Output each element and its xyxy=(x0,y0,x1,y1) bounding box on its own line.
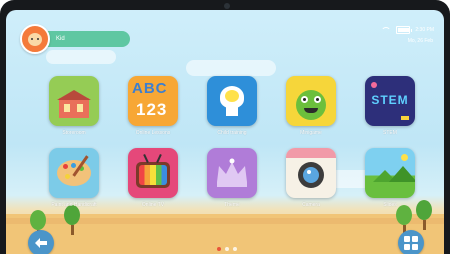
app-storeroom[interactable]: Storeroom xyxy=(42,76,106,136)
app-theme[interactable]: Theme xyxy=(200,148,264,208)
app-label: Minigame xyxy=(300,130,322,136)
app-label: Camera xyxy=(302,202,320,208)
tree xyxy=(64,205,80,235)
tv-icon xyxy=(128,148,178,198)
app-minigame[interactable]: Minigame xyxy=(279,76,343,136)
date: Mo, 26 Feb xyxy=(407,38,433,44)
storeroom-icon xyxy=(49,76,99,126)
app-label: Slides xyxy=(383,202,397,208)
page-indicator xyxy=(233,247,237,251)
abc-123-icon: ABC 123 xyxy=(128,76,178,126)
cloud xyxy=(186,60,276,76)
landscape-slides-icon xyxy=(365,148,415,198)
app-camera[interactable]: Camera xyxy=(279,148,343,208)
app-slides[interactable]: Slides xyxy=(358,148,422,208)
launcher-screen: Kid 2:30 PM Mo, 26 Feb Storeroom ABC 123… xyxy=(6,10,444,254)
app-label: Theme xyxy=(224,202,240,208)
app-child-training[interactable]: Child training xyxy=(200,76,264,136)
brain-lightbulb-icon xyxy=(207,76,257,126)
tablet-bezel: Kid 2:30 PM Mo, 26 Feb Storeroom ABC 123… xyxy=(0,0,450,254)
paint-palette-icon xyxy=(49,148,99,198)
app-label: Online TV xyxy=(141,202,165,208)
page-indicator-active xyxy=(217,247,221,251)
arrow-left-icon xyxy=(35,238,47,248)
monster-game-icon xyxy=(286,76,336,126)
battery-icon xyxy=(396,26,413,34)
app-online-lessons[interactable]: ABC 123 Online Lessons xyxy=(121,76,185,136)
app-label: Storeroom xyxy=(62,130,86,136)
avatar[interactable] xyxy=(20,24,50,54)
app-label: Child training xyxy=(217,130,247,136)
app-label: STEM xyxy=(383,130,397,136)
stem-icon: STEM xyxy=(365,76,415,126)
back-button[interactable] xyxy=(28,230,54,254)
app-paint-handicraft[interactable]: Paint and Handicraft xyxy=(42,148,106,208)
camera-icon xyxy=(286,148,336,198)
apps-grid-button[interactable] xyxy=(398,230,424,254)
status-bar: 2:30 PM xyxy=(381,26,434,34)
crown-icon xyxy=(207,148,257,198)
clock: 2:30 PM xyxy=(415,27,434,33)
profile-header[interactable]: Kid xyxy=(20,24,130,54)
front-camera xyxy=(224,3,230,9)
page-indicator xyxy=(225,247,229,251)
grid-icon xyxy=(404,236,418,250)
app-label: Online Lessons xyxy=(135,130,171,136)
app-online-tv[interactable]: Online TV xyxy=(121,148,185,208)
app-stem[interactable]: STEM STEM xyxy=(358,76,422,136)
wifi-icon xyxy=(381,27,392,33)
app-label: Paint and Handicraft xyxy=(51,202,97,208)
user-name[interactable]: Kid xyxy=(42,31,130,47)
